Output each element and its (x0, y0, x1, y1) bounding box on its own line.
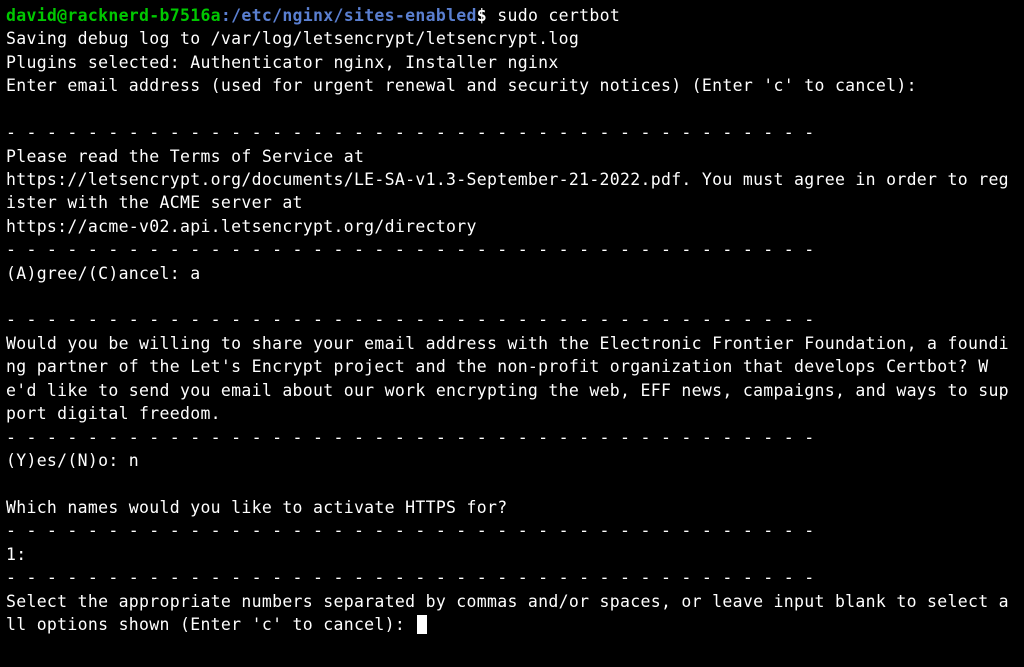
output-line: Would you be willing to share your email… (6, 332, 1018, 426)
separator-line: - - - - - - - - - - - - - - - - - - - - … (6, 566, 1018, 589)
blank-line (6, 285, 1018, 308)
output-line: https://acme-v02.api.letsencrypt.org/dir… (6, 215, 1018, 238)
output-line: Plugins selected: Authenticator nginx, I… (6, 51, 1018, 74)
cursor-block (417, 615, 427, 634)
separator-line: - - - - - - - - - - - - - - - - - - - - … (6, 238, 1018, 261)
cwd-path: :/etc/nginx/sites-enabled (221, 6, 477, 25)
agree-prompt: (A)gree/(C)ancel: a (6, 262, 1018, 285)
prompt-line: david@racknerd-b7516a:/etc/nginx/sites-e… (6, 4, 1018, 27)
separator-line: - - - - - - - - - - - - - - - - - - - - … (6, 308, 1018, 331)
blank-line (6, 472, 1018, 495)
output-line: Enter email address (used for urgent ren… (6, 74, 1018, 97)
terminal-output[interactable]: david@racknerd-b7516a:/etc/nginx/sites-e… (6, 4, 1018, 636)
input-prompt-text: Select the appropriate numbers separated… (6, 592, 1009, 634)
prompt-dollar: $ (477, 6, 487, 25)
input-prompt[interactable]: Select the appropriate numbers separated… (6, 590, 1018, 637)
output-line: 1: (6, 543, 1018, 566)
yesno-prompt: (Y)es/(N)o: n (6, 449, 1018, 472)
blank-line (6, 98, 1018, 121)
output-line: Which names would you like to activate H… (6, 496, 1018, 519)
output-line: Saving debug log to /var/log/letsencrypt… (6, 27, 1018, 50)
separator-line: - - - - - - - - - - - - - - - - - - - - … (6, 426, 1018, 449)
separator-line: - - - - - - - - - - - - - - - - - - - - … (6, 519, 1018, 542)
output-line: Please read the Terms of Service at (6, 145, 1018, 168)
separator-line: - - - - - - - - - - - - - - - - - - - - … (6, 121, 1018, 144)
user-host: david@racknerd-b7516a (6, 6, 221, 25)
command-text: sudo certbot (487, 6, 620, 25)
output-line: https://letsencrypt.org/documents/LE-SA-… (6, 168, 1018, 215)
